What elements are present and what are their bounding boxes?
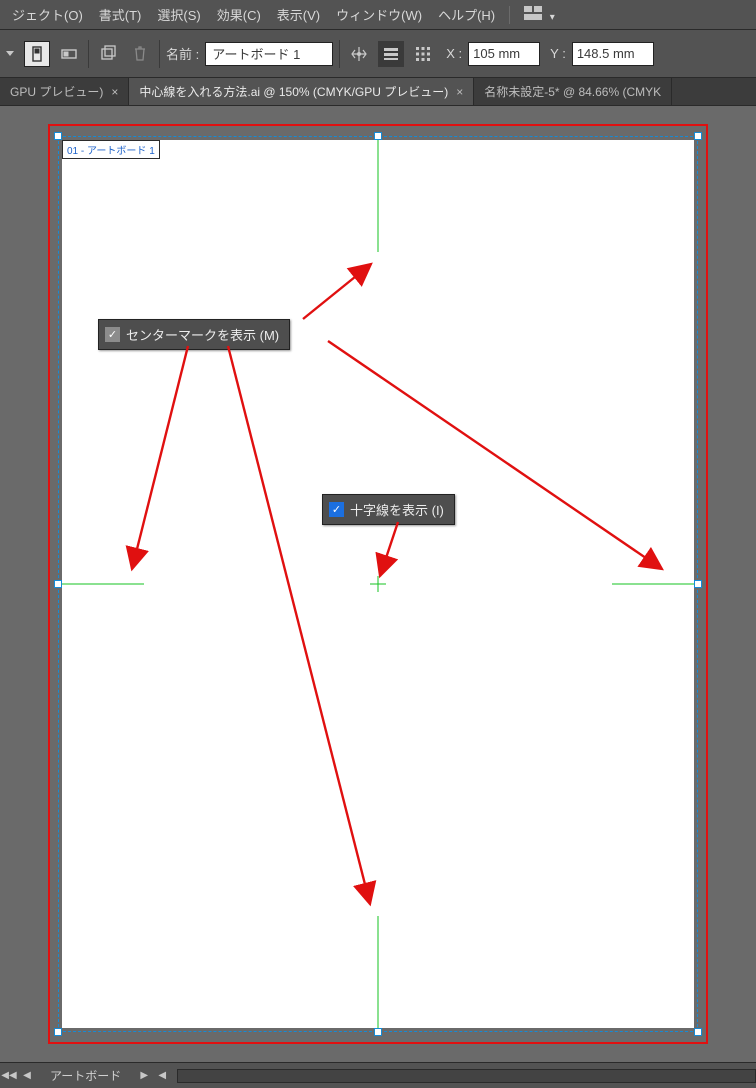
document-tab[interactable]: 中心線を入れる方法.ai @ 150% (CMYK/GPU プレビュー) × [129,78,474,105]
preset-dropdown-icon[interactable] [6,51,14,56]
artboard-wrap: 01 - アートボード 1 ✓ センターマークを表示 (M) ✓ 十字線を表示 … [48,124,708,1044]
tab-label: 名称未設定-5* @ 84.66% (CMYK [484,83,661,100]
control-bar: 名前 : X : Y : [0,30,756,78]
prev-artboard-button[interactable]: ◀ [18,1067,36,1085]
callout-label: 十字線を表示 (I) [350,500,444,519]
artboard-tag[interactable]: 01 - アートボード 1 [62,140,160,159]
tab-label: 中心線を入れる方法.ai @ 150% (CMYK/GPU プレビュー) [139,83,448,100]
close-icon[interactable]: × [456,85,463,99]
handle-mr[interactable] [694,580,702,588]
center-mark-top [378,140,379,252]
workspace-icon [524,6,542,20]
orientation-landscape-button[interactable] [56,41,82,67]
handle-br[interactable] [694,1028,702,1036]
next-artboard-button[interactable]: ▶ [135,1067,153,1085]
separator [159,40,160,68]
artboard-nav-label[interactable]: アートボード [50,1067,121,1084]
callout-label: センターマークを表示 (M) [126,325,279,344]
workspace-switcher[interactable]: ▾ [516,2,563,27]
menu-help[interactable]: ヘルプ(H) [430,1,503,28]
checkbox-icon: ✓ [105,327,120,342]
separator [509,6,510,24]
y-label: Y : [550,46,566,61]
delete-artboard-button[interactable] [127,41,153,67]
handle-bm[interactable] [374,1028,382,1036]
handle-ml[interactable] [54,580,62,588]
menu-object[interactable]: ジェクト(O) [4,1,91,28]
move-with-artboard-button[interactable] [346,41,372,67]
handle-tl[interactable] [54,132,62,140]
x-input[interactable] [468,42,540,66]
menu-view[interactable]: 表示(V) [269,1,328,28]
callout-center-mark: ✓ センターマークを表示 (M) [98,319,290,350]
artboard-options-button[interactable] [378,41,404,67]
center-mark-left [62,584,144,585]
checkbox-icon: ✓ [329,502,344,517]
orientation-portrait-button[interactable] [24,41,50,67]
artboard-name-input[interactable] [205,42,333,66]
name-label: 名前 : [166,44,199,63]
menu-window[interactable]: ウィンドウ(W) [328,1,430,28]
y-input[interactable] [572,42,654,66]
h-scrollbar[interactable] [177,1069,756,1083]
chevron-down-icon: ▾ [550,12,555,23]
close-icon[interactable]: × [111,85,118,99]
menu-effect[interactable]: 効果(C) [209,1,269,28]
handle-bl[interactable] [54,1028,62,1036]
document-tab[interactable]: 名称未設定-5* @ 84.66% (CMYK [474,78,672,105]
center-mark-bottom [378,916,379,1028]
separator [88,40,89,68]
first-artboard-button[interactable]: ◀◀ [0,1067,18,1085]
cross-hair [370,576,386,592]
canvas[interactable]: 01 - アートボード 1 ✓ センターマークを表示 (M) ✓ 十字線を表示 … [0,106,756,1062]
center-mark-right [612,584,694,585]
menu-select[interactable]: 選択(S) [149,1,208,28]
tab-label: GPU プレビュー) [10,83,103,100]
scroll-left-button[interactable]: ◀ [153,1067,171,1085]
menu-format[interactable]: 書式(T) [91,1,150,28]
bottom-bar: ◀◀ ◀ アートボード ▶ ◀ [0,1062,756,1088]
handle-tm[interactable] [374,132,382,140]
document-tab[interactable]: GPU プレビュー) × [0,78,129,105]
menu-bar: ジェクト(O) 書式(T) 選択(S) 効果(C) 表示(V) ウィンドウ(W)… [0,0,756,30]
handle-tr[interactable] [694,132,702,140]
separator [339,40,340,68]
callout-cross-hair: ✓ 十字線を表示 (I) [322,494,455,525]
document-tab-bar: GPU プレビュー) × 中心線を入れる方法.ai @ 150% (CMYK/G… [0,78,756,106]
x-label: X : [446,46,462,61]
reference-point-button[interactable] [410,41,436,67]
new-artboard-button[interactable] [95,41,121,67]
